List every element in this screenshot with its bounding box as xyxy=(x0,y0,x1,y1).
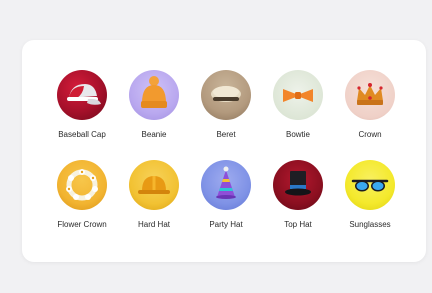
crown-icon xyxy=(345,70,395,120)
item-label: Party Hat xyxy=(209,220,243,229)
item-crown[interactable]: Crown xyxy=(334,70,406,146)
item-bowtie[interactable]: Bowtie xyxy=(262,70,334,146)
bowtie-icon xyxy=(273,70,323,120)
item-party-hat[interactable]: Party Hat xyxy=(190,160,262,236)
item-label: Hard Hat xyxy=(137,220,170,229)
item-label: Beanie xyxy=(141,130,167,139)
item-label: Beret xyxy=(216,130,236,139)
flower-crown-icon xyxy=(57,160,107,210)
page-background: Baseball Cap Beanie Beret Bowtie Crown F… xyxy=(0,0,432,293)
party-hat-icon xyxy=(201,160,251,210)
item-label: Bowtie xyxy=(285,130,310,139)
item-baseball-cap[interactable]: Baseball Cap xyxy=(46,70,118,146)
item-beret[interactable]: Beret xyxy=(190,70,262,146)
item-label: Top Hat xyxy=(284,220,312,229)
baseball-cap-icon xyxy=(57,70,107,120)
top-hat-icon xyxy=(273,160,323,210)
hat-picker-card: Baseball Cap Beanie Beret Bowtie Crown F… xyxy=(22,40,426,262)
item-label: Crown xyxy=(358,130,382,139)
item-label: Sunglasses xyxy=(349,220,391,229)
item-sunglasses[interactable]: Sunglasses xyxy=(334,160,406,236)
item-flower-crown[interactable]: Flower Crown xyxy=(46,160,118,236)
hard-hat-icon xyxy=(129,160,179,210)
item-label: Baseball Cap xyxy=(58,130,106,139)
item-beanie[interactable]: Beanie xyxy=(118,70,190,146)
beanie-icon xyxy=(129,70,179,120)
hat-grid: Baseball Cap Beanie Beret Bowtie Crown F… xyxy=(46,70,406,236)
item-label: Flower Crown xyxy=(57,220,107,229)
beret-icon xyxy=(201,70,251,120)
item-top-hat[interactable]: Top Hat xyxy=(262,160,334,236)
sunglasses-icon xyxy=(345,160,395,210)
item-hard-hat[interactable]: Hard Hat xyxy=(118,160,190,236)
